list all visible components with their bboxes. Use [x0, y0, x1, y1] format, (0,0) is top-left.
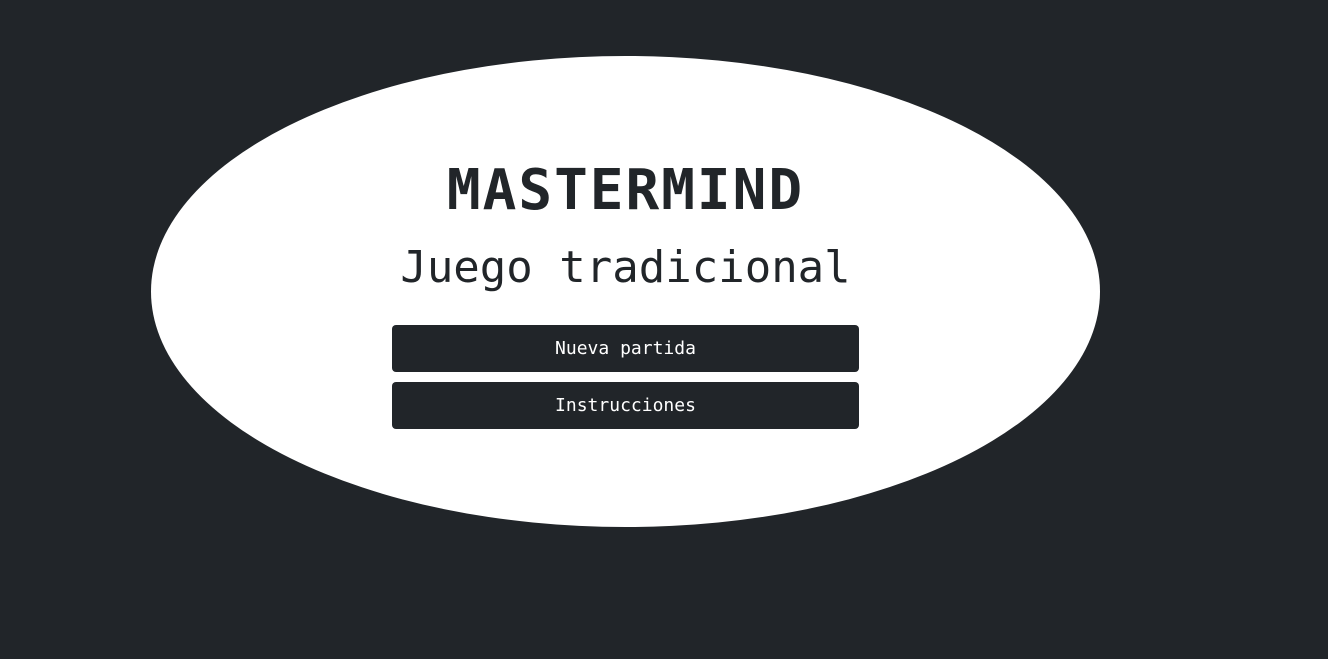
game-subtitle: Juego tradicional	[400, 242, 851, 293]
main-menu: MASTERMIND Juego tradicional Nueva parti…	[392, 160, 859, 429]
game-title: MASTERMIND	[446, 158, 805, 223]
instructions-button[interactable]: Instrucciones	[392, 382, 859, 429]
new-game-button[interactable]: Nueva partida	[392, 325, 859, 372]
